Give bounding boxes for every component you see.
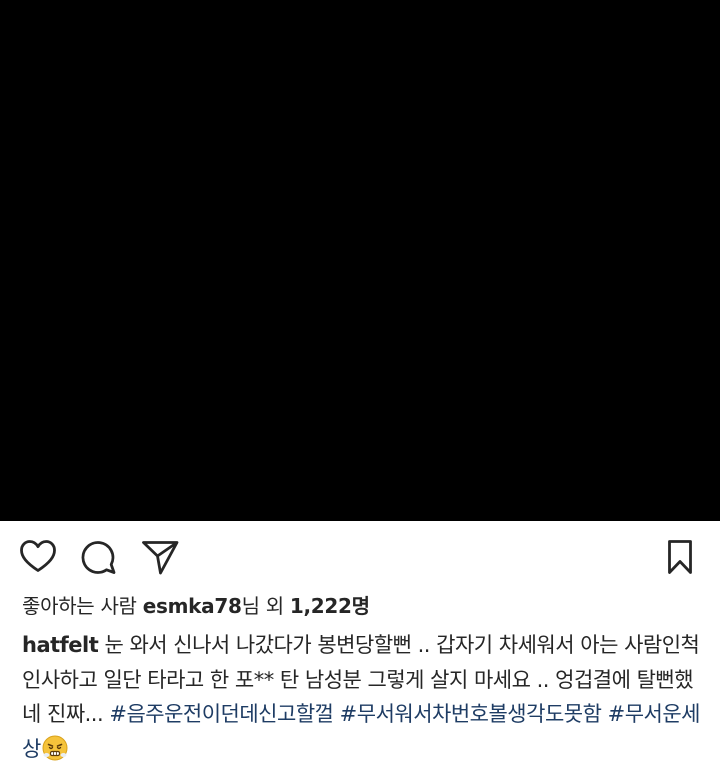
- angry-steam-face-emoji-icon: [42, 735, 68, 761]
- likes-summary[interactable]: 좋아하는 사람 esmka78님 외 1,222명: [22, 592, 370, 620]
- heart-icon[interactable]: [18, 537, 58, 577]
- post-caption: hatfelt 눈 와서 신나서 나갔다가 봉변당할뻔 .. 갑자기 차세워서 …: [22, 628, 706, 766]
- likes-count[interactable]: 1,222명: [290, 594, 370, 618]
- hashtag[interactable]: #음주운전이던데신고할껄: [109, 702, 334, 726]
- comment-icon[interactable]: [78, 537, 118, 577]
- liker-username[interactable]: esmka78: [143, 594, 242, 618]
- paper-plane-icon[interactable]: [140, 537, 180, 577]
- likes-middle: 님 외: [241, 594, 290, 618]
- post-image[interactable]: [0, 0, 720, 521]
- caption-username[interactable]: hatfelt: [22, 633, 99, 657]
- likes-prefix: 좋아하는 사람: [22, 594, 143, 618]
- bookmark-icon[interactable]: [660, 537, 700, 577]
- hashtag[interactable]: #무서워서차번호볼생각도못함: [340, 702, 602, 726]
- post-actions-bar: [0, 521, 720, 593]
